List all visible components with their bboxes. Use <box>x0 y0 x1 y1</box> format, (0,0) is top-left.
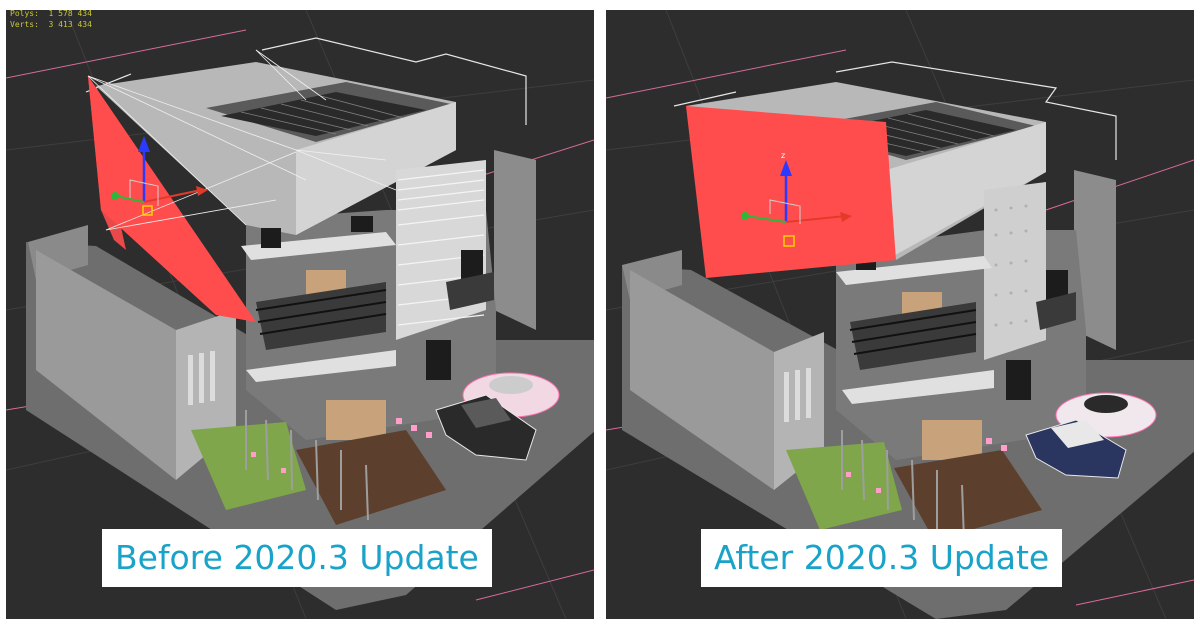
light-plane[interactable] <box>686 106 896 278</box>
pillar-slots <box>188 351 215 405</box>
polys-stat: Polys: 1 578 434 <box>10 10 92 18</box>
z-axis-label: z <box>781 151 785 160</box>
caption-before: Before 2020.3 Update <box>102 529 492 587</box>
viewport-after[interactable]: z After 2020.3 Update <box>606 10 1194 619</box>
perforated-facade <box>984 182 1046 360</box>
scene-after: z <box>606 10 1194 619</box>
pillar-slots <box>784 368 811 422</box>
scene-before <box>6 10 594 619</box>
side-wall <box>494 150 536 330</box>
viewport-before[interactable]: Polys: 1 578 434 Verts: 3 413 434 Before… <box>6 10 594 619</box>
caption-after: After 2020.3 Update <box>701 529 1063 587</box>
verts-stat: Verts: 3 413 434 <box>10 20 92 29</box>
viewport-statistics: Polys: 1 578 434 Verts: 3 413 434 <box>10 10 92 30</box>
